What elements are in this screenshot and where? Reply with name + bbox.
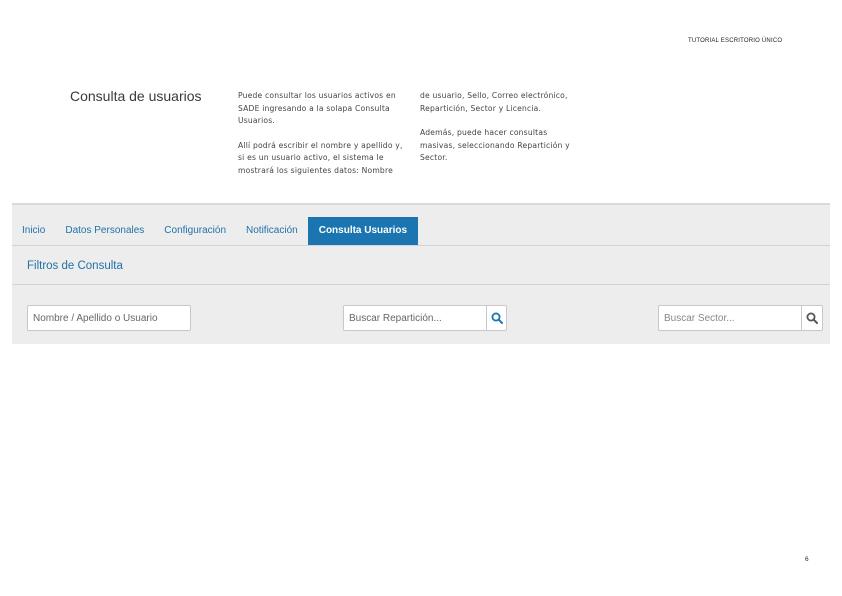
sector-search-input[interactable]	[659, 306, 801, 330]
filters-title: Filtros de Consulta	[27, 260, 123, 272]
description-paragraph: de usuario, Sello, Correo electrónico, R…	[420, 91, 568, 113]
description-column-2: de usuario, Sello, Correo electrónico, R…	[420, 90, 580, 177]
tab-inicio[interactable]: Inicio	[12, 217, 55, 245]
description-paragraph: Además, puede hacer consultas masivas, s…	[420, 128, 570, 162]
section-title: Consulta de usuarios	[70, 88, 202, 104]
tab-bar-divider	[12, 245, 830, 246]
page-number: 6	[805, 556, 809, 563]
tab-configuracion[interactable]: Configuración	[154, 217, 236, 245]
tab-consulta-usuarios[interactable]: Consulta Usuarios	[307, 217, 419, 245]
reparticion-search-input[interactable]	[344, 306, 486, 330]
app-screenshot-panel: Inicio Datos Personales Configuración No…	[12, 203, 830, 344]
sector-search-field	[658, 305, 823, 331]
search-icon	[806, 312, 818, 324]
name-search-field	[27, 305, 191, 331]
tab-bar: Inicio Datos Personales Configuración No…	[12, 217, 419, 245]
search-icon	[491, 312, 503, 324]
sector-search-button[interactable]	[801, 306, 822, 330]
description-paragraph: Allí podrá escribir el nombre y apellido…	[238, 140, 403, 175]
tab-notificacion[interactable]: Notificación	[236, 217, 308, 245]
reparticion-search-button[interactable]	[486, 306, 506, 330]
reparticion-search-field	[343, 305, 507, 331]
description-column-1: Puede consultar los usuarios activos en …	[238, 90, 408, 189]
tab-datos-personales[interactable]: Datos Personales	[55, 217, 154, 245]
document-header-tag: TUTORIAL ESCRITORIO ÚNICO	[688, 38, 783, 44]
description-paragraph: Puede consultar los usuarios activos en …	[238, 91, 396, 125]
filters-divider	[12, 284, 830, 285]
name-search-input[interactable]	[28, 306, 190, 330]
